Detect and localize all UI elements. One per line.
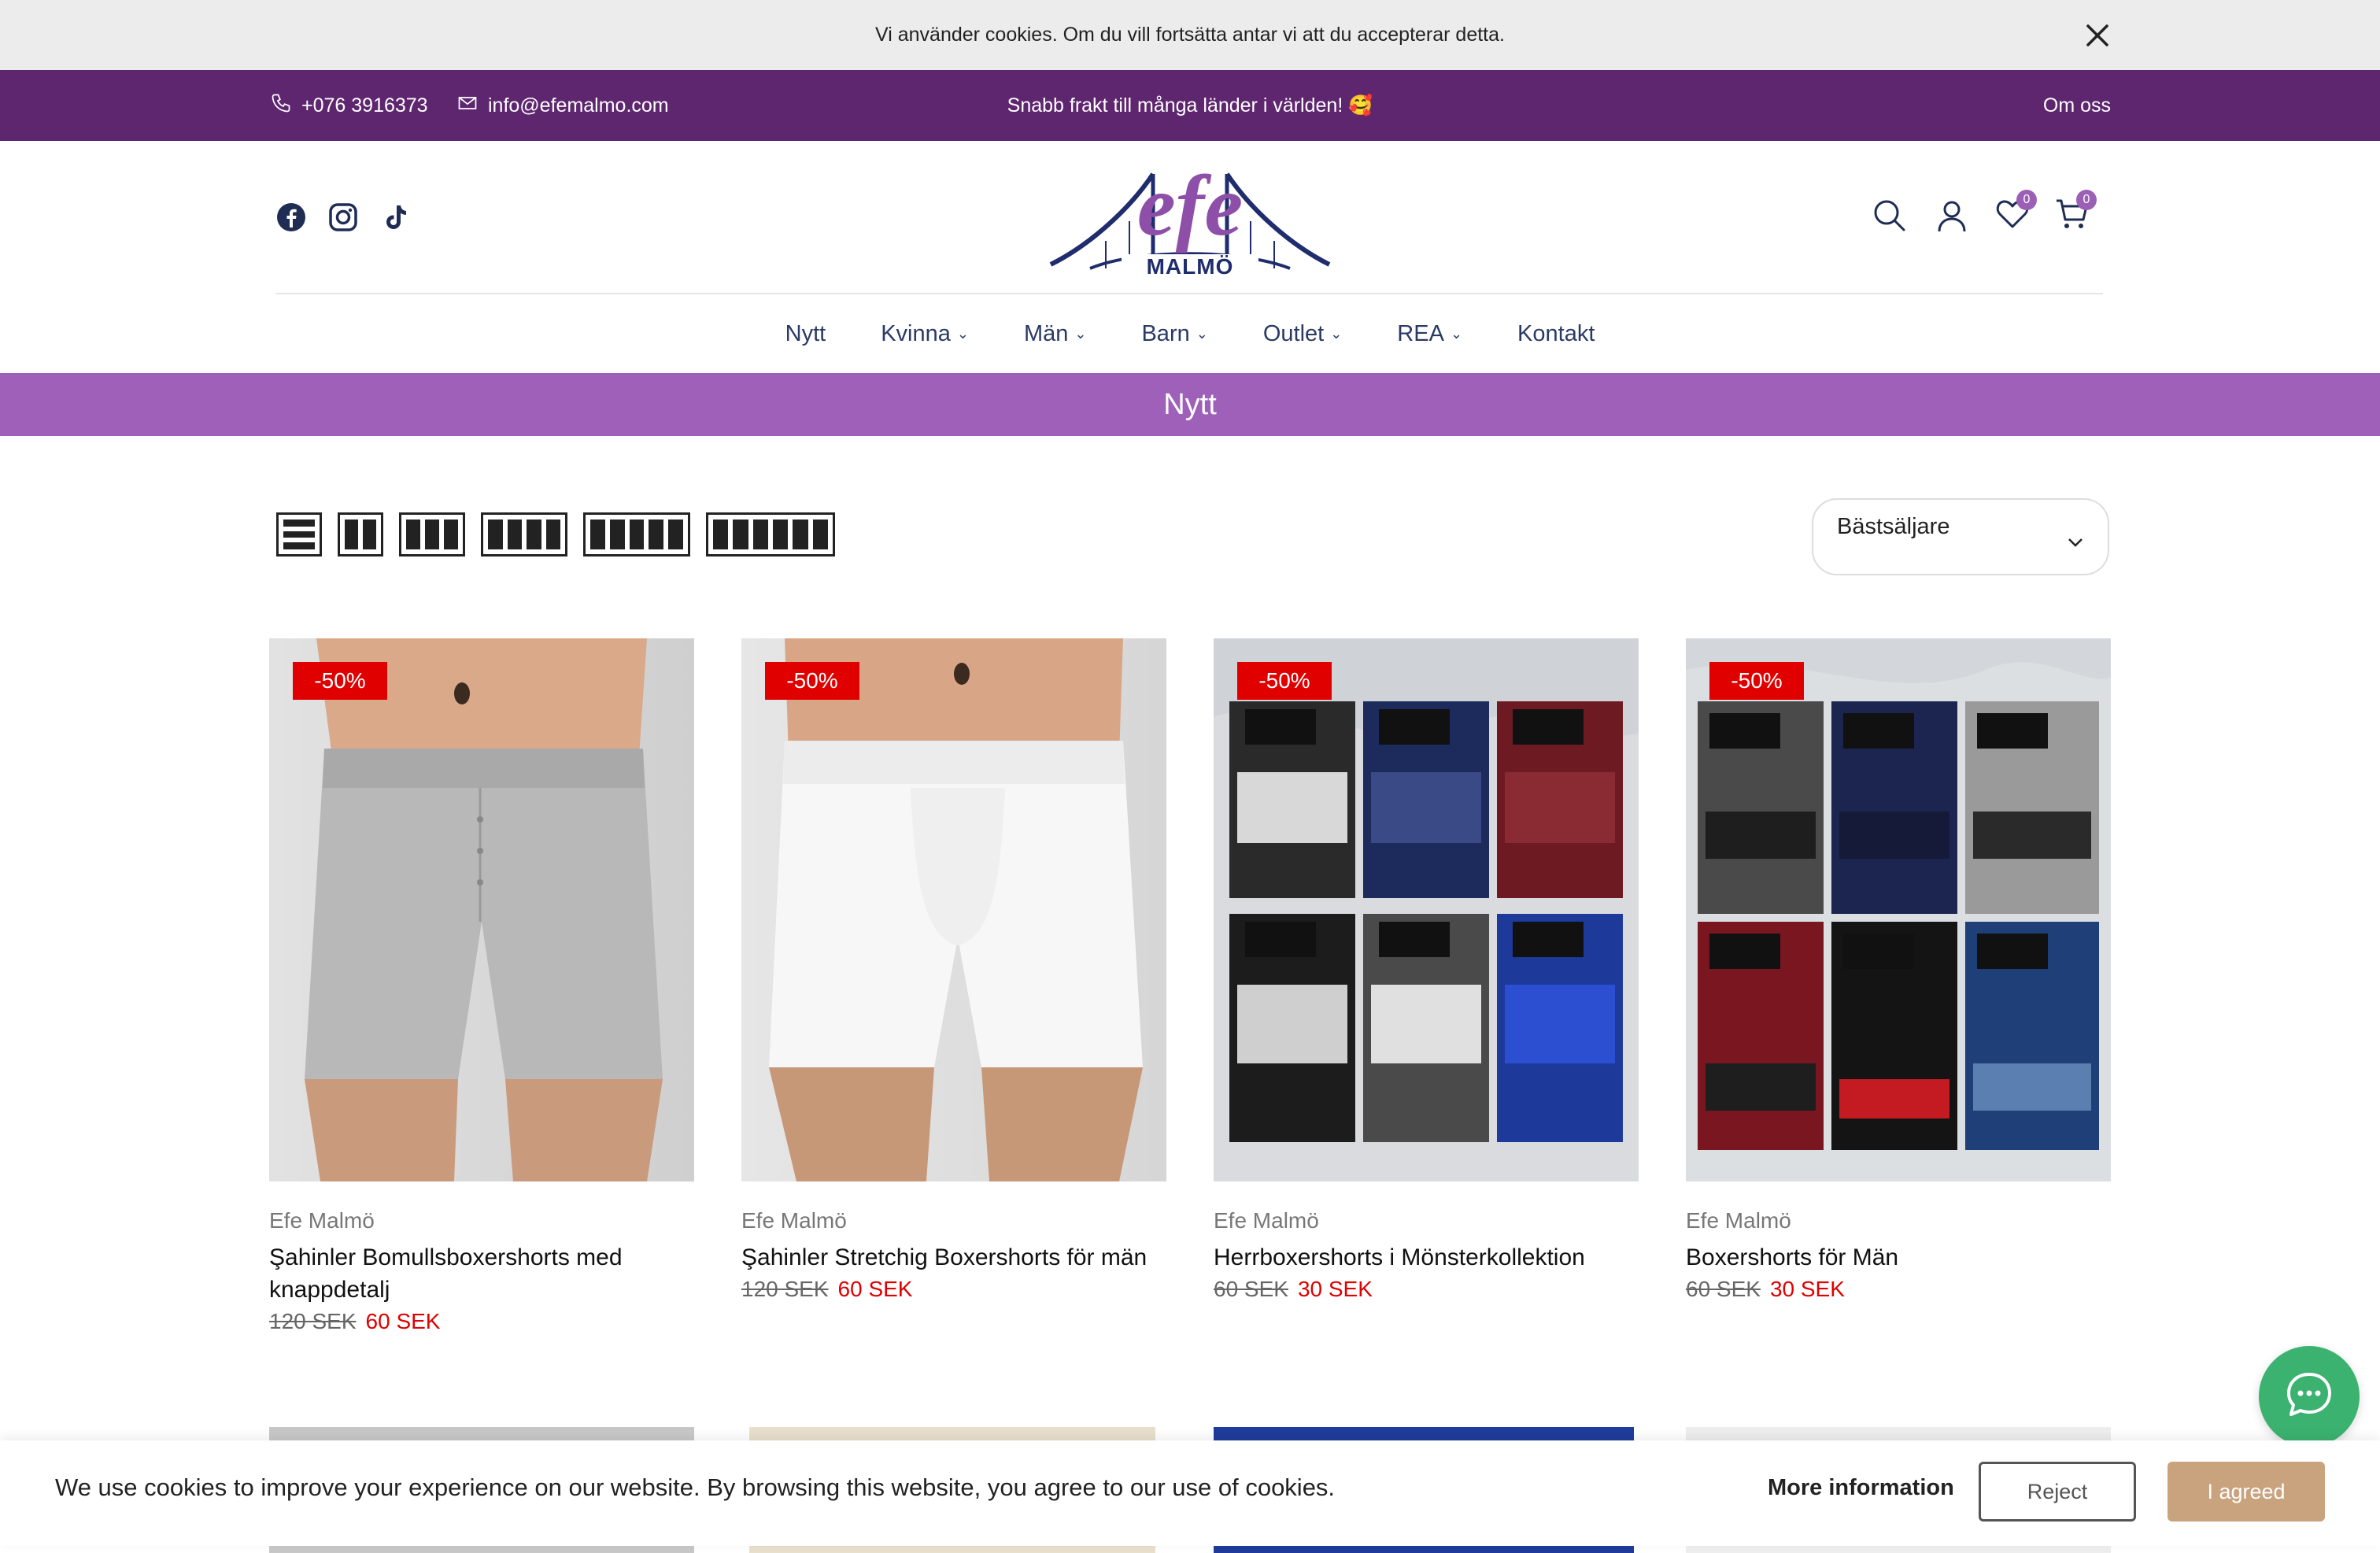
facebook-icon[interactable] <box>273 199 309 235</box>
old-price: 60 SEK <box>1214 1277 1288 1301</box>
product-price: 60 SEK 30 SEK <box>1214 1277 1639 1302</box>
layout-6-columns-button[interactable] <box>706 512 835 556</box>
product-name[interactable]: Şahinler Stretchig Boxershorts för män <box>741 1241 1166 1274</box>
mail-icon <box>456 92 488 120</box>
nav-label: Barn <box>1141 320 1190 346</box>
cart-count: 0 <box>2076 190 2097 210</box>
search-icon[interactable] <box>1868 194 1911 237</box>
product-price: 120 SEK 60 SEK <box>741 1277 1166 1302</box>
product-name[interactable]: Şahinler Bomullsboxershorts med knappdet… <box>269 1241 694 1306</box>
sale-price: 60 SEK <box>365 1309 441 1333</box>
product-image[interactable]: -50% <box>741 638 1166 1181</box>
product-name[interactable]: Herrboxershorts i Mönsterkollektion <box>1214 1241 1639 1274</box>
product-card[interactable]: -50% Efe Malmö Herrboxershorts i Mönster… <box>1214 638 1639 1302</box>
layout-2-columns-button[interactable] <box>338 512 383 556</box>
sort-select[interactable]: Bästsäljare <box>1812 498 2109 575</box>
cookie-notice-text: Vi använder cookies. Om du vill fortsätt… <box>875 24 1505 46</box>
layout-5-columns-button[interactable] <box>583 512 690 556</box>
instagram-icon[interactable] <box>325 199 361 235</box>
product-card[interactable]: -50% Efe Malmö Boxershorts för Män 60 SE… <box>1686 638 2111 1302</box>
chat-icon <box>2284 1370 2334 1424</box>
nav-item-nytt[interactable]: Nytt <box>758 321 854 347</box>
nav-label: Nytt <box>785 320 826 346</box>
product-price: 60 SEK 30 SEK <box>1686 1277 2111 1302</box>
phone-icon <box>270 92 301 120</box>
nav-label: Outlet <box>1262 320 1325 346</box>
product-name[interactable]: Boxershorts för Män <box>1686 1241 2111 1274</box>
logo-text: efe <box>1136 157 1244 253</box>
main-nav: Nytt Kvinna ⌄ Män ⌄ Barn ⌄ Outlet ⌄ REA ⌄ Kon… <box>0 294 2380 373</box>
nav-label: Män <box>1023 320 1069 346</box>
wishlist-button[interactable]: 0 <box>1991 190 2037 237</box>
layout-3-columns-button[interactable] <box>399 512 465 556</box>
account-icon[interactable] <box>1931 194 1973 237</box>
sale-badge: -50% <box>1709 662 1804 700</box>
shipping-message: Snabb frakt till många länder i världen!… <box>1007 94 1373 116</box>
about-link[interactable]: Om oss <box>2015 70 2111 141</box>
sale-price: 60 SEK <box>837 1277 913 1301</box>
old-price: 120 SEK <box>741 1277 829 1301</box>
logo-subtitle: MALMÖ <box>1122 254 1258 281</box>
email-address: info@efemalmo.com <box>488 94 669 116</box>
sale-badge: -50% <box>765 662 859 700</box>
phone-link[interactable]: +076 3916373 <box>270 70 428 141</box>
product-image[interactable]: -50% <box>1686 638 2111 1181</box>
sale-badge: -50% <box>1237 662 1332 700</box>
nav-label: REA <box>1397 320 1444 346</box>
chevron-down-icon <box>2067 528 2084 554</box>
chevron-down-icon: ⌄ <box>1330 325 1343 342</box>
page-title-bar: Nytt <box>0 373 2380 436</box>
chevron-down-icon: ⌄ <box>1074 325 1087 342</box>
wishlist-count: 0 <box>2016 190 2037 210</box>
close-icon[interactable] <box>2078 16 2117 55</box>
sale-price: 30 SEK <box>1769 1277 1845 1301</box>
cart-button[interactable]: 0 <box>2051 190 2097 237</box>
chat-button[interactable] <box>2259 1346 2360 1447</box>
old-price: 60 SEK <box>1686 1277 1761 1301</box>
nav-item-kvinna[interactable]: Kvinna ⌄ <box>853 321 996 347</box>
nav-item-barn[interactable]: Barn ⌄ <box>1114 321 1235 347</box>
agree-button[interactable]: I agreed <box>2168 1462 2325 1522</box>
nav-item-man[interactable]: Män ⌄ <box>996 321 1114 347</box>
product-card[interactable]: -50% Efe Malmö Şahinler Bomullsboxershor… <box>269 638 694 1334</box>
sale-badge: -50% <box>293 662 387 700</box>
nav-item-outlet[interactable]: Outlet ⌄ <box>1236 321 1369 347</box>
tiktok-icon[interactable] <box>377 199 413 235</box>
site-header: efe MALMÖ 0 0 <box>0 141 2380 294</box>
phone-number: +076 3916373 <box>301 94 428 116</box>
cookie-notice-top: Vi använder cookies. Om du vill fortsätt… <box>0 0 2380 70</box>
product-card[interactable]: -50% Efe Malmö Şahinler Stretchig Boxers… <box>741 638 1166 1302</box>
product-brand: Efe Malmö <box>741 1208 847 1233</box>
cookie-message: We use cookies to improve your experienc… <box>55 1474 1336 1501</box>
layout-4-columns-button[interactable] <box>481 512 567 556</box>
nav-label: Kontakt <box>1517 320 1595 346</box>
cookie-consent-bar: We use cookies to improve your experienc… <box>0 1440 2380 1546</box>
product-brand: Efe Malmö <box>1214 1208 1319 1233</box>
layout-list-button[interactable] <box>276 512 322 556</box>
product-price: 120 SEK 60 SEK <box>269 1309 694 1334</box>
product-image[interactable]: -50% <box>269 638 694 1181</box>
site-logo[interactable]: efe MALMÖ <box>1043 150 1337 284</box>
sort-selected-value: Bästsäljare <box>1837 514 1950 539</box>
email-link[interactable]: info@efemalmo.com <box>456 70 669 141</box>
chevron-down-icon: ⌄ <box>1450 325 1463 342</box>
more-information-link[interactable]: More information <box>1768 1475 1954 1501</box>
sale-price: 30 SEK <box>1297 1277 1373 1301</box>
chevron-down-icon: ⌄ <box>1196 325 1208 342</box>
chevron-down-icon: ⌄ <box>956 325 969 342</box>
page-title: Nytt <box>1163 387 1217 421</box>
product-image[interactable]: -50% <box>1214 638 1639 1181</box>
nav-item-rea[interactable]: REA ⌄ <box>1369 321 1490 347</box>
product-brand: Efe Malmö <box>269 1208 375 1233</box>
nav-item-kontakt[interactable]: Kontakt <box>1490 321 1622 347</box>
reject-button[interactable]: Reject <box>1979 1462 2136 1522</box>
top-info-bar: +076 3916373 info@efemalmo.com Snabb fra… <box>0 70 2380 141</box>
nav-label: Kvinna <box>881 320 951 346</box>
product-brand: Efe Malmö <box>1686 1208 1791 1233</box>
old-price: 120 SEK <box>269 1309 357 1333</box>
